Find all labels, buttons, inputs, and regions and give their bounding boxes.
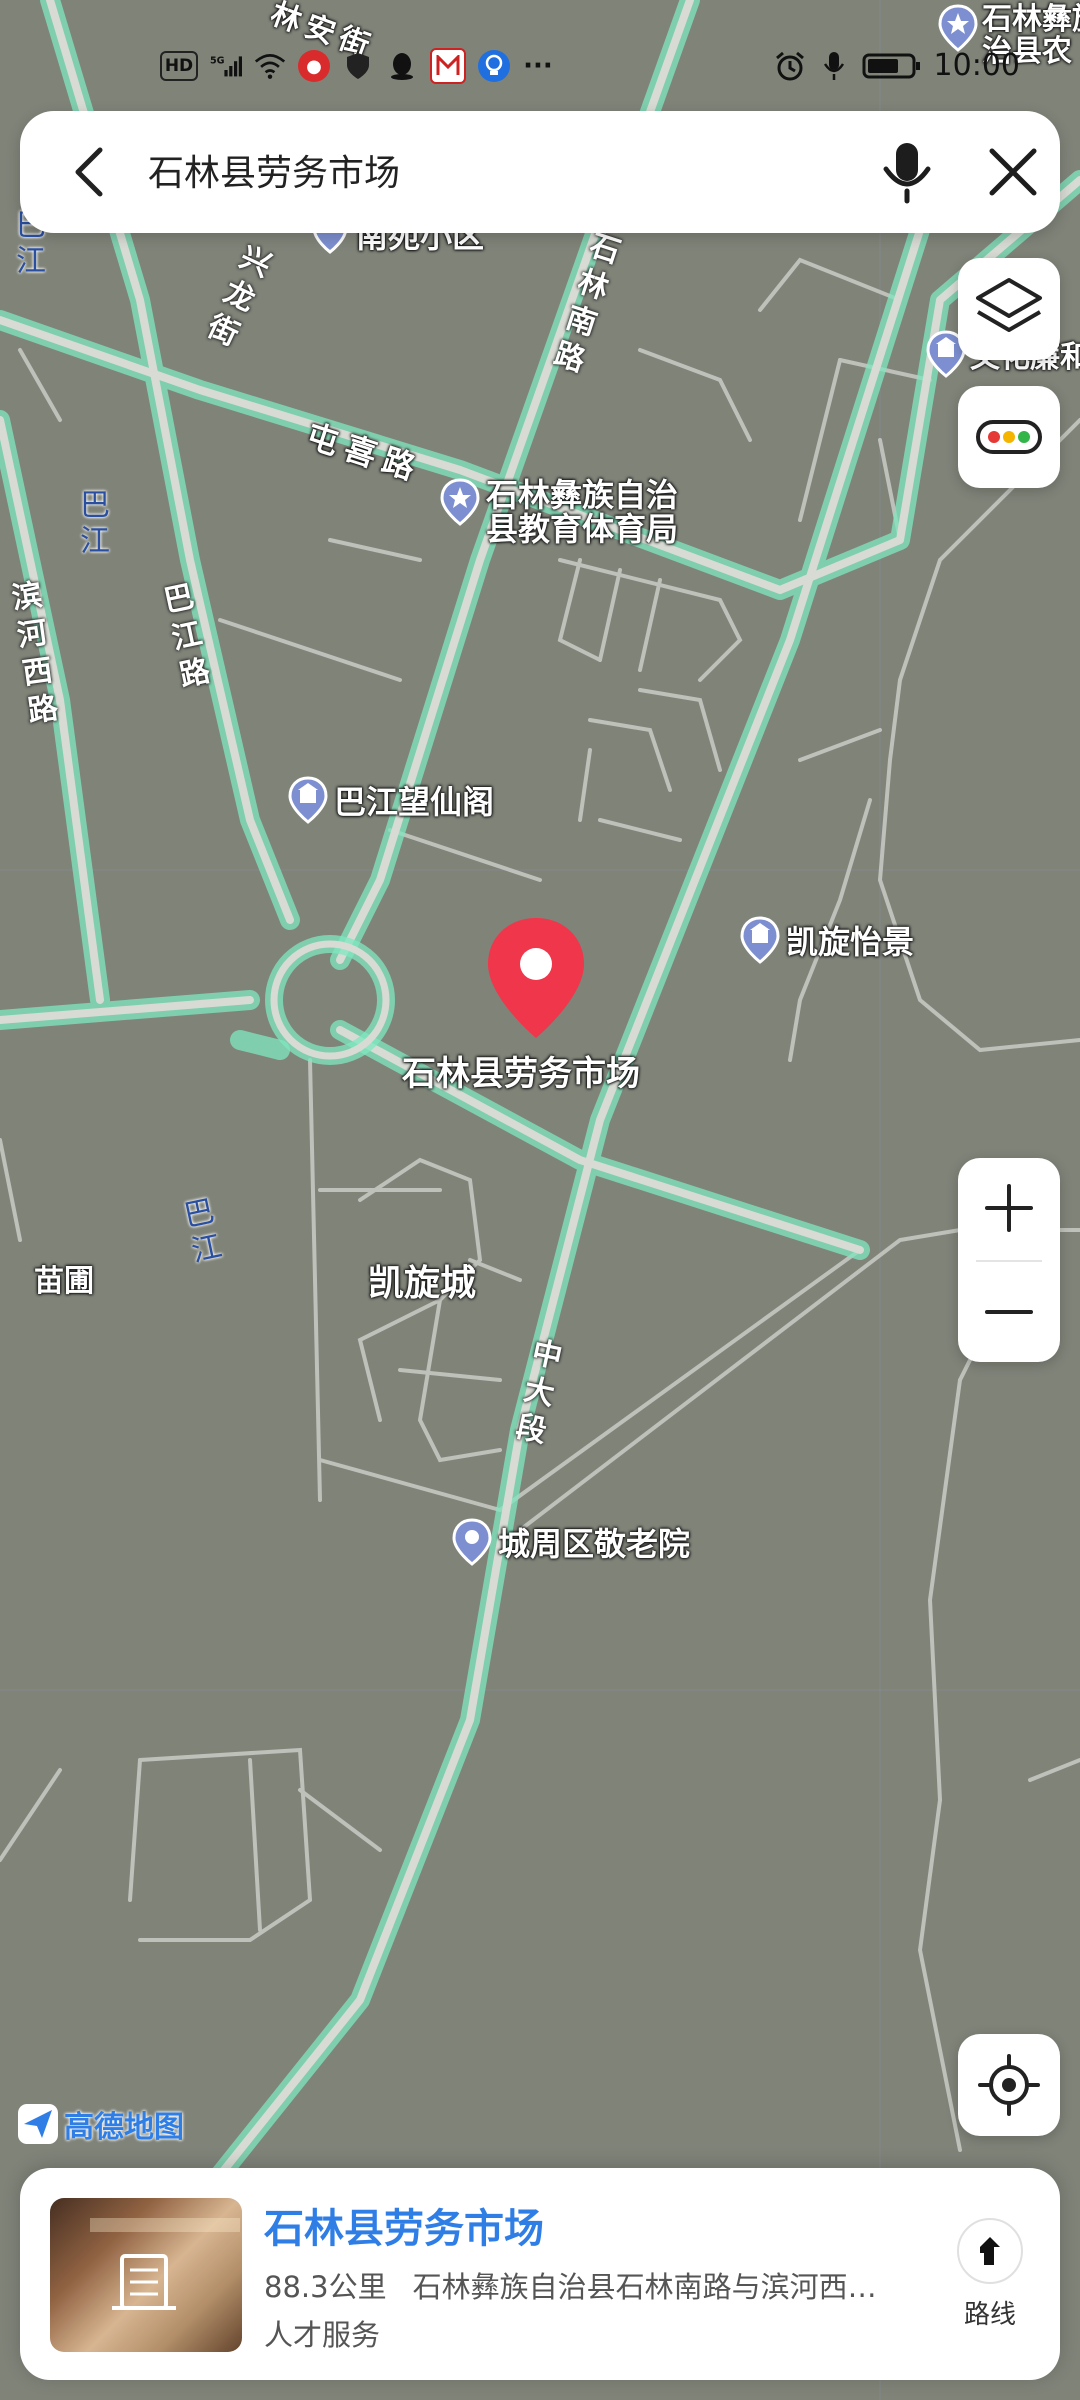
place-meta: 88.3公里 石林彝族自治县石林南路与滨河西… [264,2264,944,2306]
mic-icon [883,143,931,204]
alarm-icon [774,50,806,82]
water-label-bajiang-2: 巴江 [80,488,110,559]
traffic-light-icon [976,420,1042,454]
building-thumbnail-icon [50,2198,242,2352]
map-app-icon [430,48,466,84]
map-pin-icon [452,1518,492,1566]
close-icon [989,148,1037,196]
svg-text:5G: 5G [210,56,225,67]
locate-crosshair-icon [978,2054,1040,2116]
back-button[interactable] [60,142,120,202]
locate-button[interactable] [958,2034,1060,2136]
qq-icon [386,50,418,82]
area-label-kaixuan-city[interactable]: 凯旋城 [368,1254,476,1306]
search-bar[interactable]: 石林县劳务市场 [20,111,1060,233]
place-detail-card[interactable]: 石林县劳务市场 88.3公里 石林彝族自治县石林南路与滨河西… 人才服务 路线 [20,2168,1060,2380]
mic-icon [818,50,850,82]
poi-bajiang-wangxian-pavilion[interactable]: 巴江望仙阁 [288,776,494,824]
building-pin-icon [288,776,328,824]
minus-icon [985,1310,1033,1314]
layers-button[interactable] [958,258,1060,360]
map-roads-layer [0,0,1080,2400]
star-pin-icon [440,478,480,536]
zoom-control [958,1158,1060,1362]
zoom-out-button[interactable] [958,1262,1060,1362]
poi-label: 巴江望仙阁 [334,783,495,821]
poi-label: 石林彝族自治 县教育体育局 [486,476,679,548]
status-time: 10:00 [933,48,1020,83]
5g-signal-icon: 5G [210,50,242,82]
back-chevron-icon [75,147,103,197]
poi-kaixuan-yijing[interactable]: 凯旋怡景 [740,916,914,964]
battery-icon [862,50,922,82]
route-label: 路线 [963,2300,1016,2330]
plus-icon [985,1184,1033,1232]
poi-label: 凯旋怡景 [786,923,915,961]
poi-label: 城周区敬老院 [498,1525,691,1563]
wifi-icon [254,50,286,82]
selected-location-marker[interactable] [484,914,588,1044]
zoom-in-button[interactable] [958,1158,1060,1258]
building-pin-icon [740,916,780,964]
red-pin-icon [488,918,584,1038]
map-canvas[interactable]: 林安街 石林南路 兴龙街 屯喜路 巴江路 滨河西路 中大段 巴江 巴江 巴江 凯… [0,0,1080,2400]
more-dots-icon: ··· [523,51,553,81]
amap-logo: 高德地图 [18,2102,184,2146]
place-distance: 88.3公里 [264,2270,387,2304]
app-notification-icon: ● [298,50,330,82]
place-category: 人才服务 [264,2318,381,2352]
bulb-icon [478,50,510,82]
amap-logo-icon [18,2104,58,2144]
status-left-icons: HD 5G ● ··· [160,48,554,84]
amap-logo-text: 高德地图 [64,2110,184,2145]
place-title[interactable]: 石林县劳务市场 [264,2196,544,2254]
route-arrow-icon [957,2218,1023,2284]
voice-search-button[interactable] [876,139,938,205]
place-thumbnail[interactable] [50,2198,242,2352]
area-label-nursery[interactable]: 苗圃 [34,1256,94,1300]
selected-location-label: 石林县劳务市场 [402,1054,640,1094]
traffic-button[interactable] [958,386,1060,488]
place-address: 石林彝族自治县石林南路与滨河西… [412,2270,877,2304]
shield-icon [342,50,374,82]
poi-chengzhou-nursing-home[interactable]: 城周区敬老院 [452,1518,690,1566]
route-button[interactable]: 路线 [940,2218,1040,2338]
clear-search-button[interactable] [980,139,1046,205]
search-input[interactable]: 石林县劳务市场 [148,144,400,196]
poi-education-bureau[interactable]: 石林彝族自治 县教育体育局 [440,478,678,546]
layers-icon [976,278,1042,332]
hd-icon: HD [160,51,198,81]
status-right-icons: 10:00 [774,48,1020,83]
